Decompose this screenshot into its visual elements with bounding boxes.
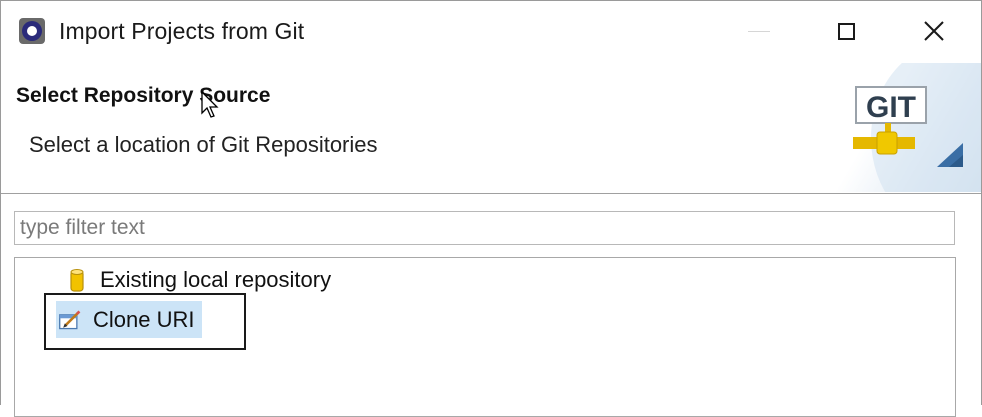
import-dialog-window: Import Projects from Git Select Reposito… [0,0,982,417]
close-icon [924,21,944,41]
tree-item-label: Existing local repository [100,267,332,292]
mouse-cursor-icon [201,91,219,118]
page-description: Select a location of Git Repositories [29,132,378,157]
wizard-header: Select Repository Source Select a locati… [1,63,981,194]
window-title: Import Projects from Git [59,18,305,44]
eclipse-icon [19,18,45,44]
clone-uri-icon [58,307,82,333]
tree-item-label: Clone URI [93,306,195,332]
git-logo-icon: GIT [853,86,963,167]
git-logo-text: GIT [866,91,916,124]
filter-input[interactable] [14,211,955,245]
maximize-button[interactable] [823,11,869,51]
page-title: Select Repository Source [16,84,271,107]
close-button[interactable] [911,11,957,51]
tree-item-clone-uri[interactable]: Clone URI [56,301,203,338]
tree-item-existing-local-repository[interactable]: Existing local repository [65,263,331,297]
header-banner: GIT [831,63,981,192]
repository-source-tree[interactable]: Existing local repository Clone URI [14,257,956,417]
repository-icon [65,267,89,293]
title-bar[interactable]: Import Projects from Git [1,1,981,63]
minimize-button[interactable] [736,11,782,51]
maximize-icon [837,22,855,40]
minimize-icon [748,30,770,32]
